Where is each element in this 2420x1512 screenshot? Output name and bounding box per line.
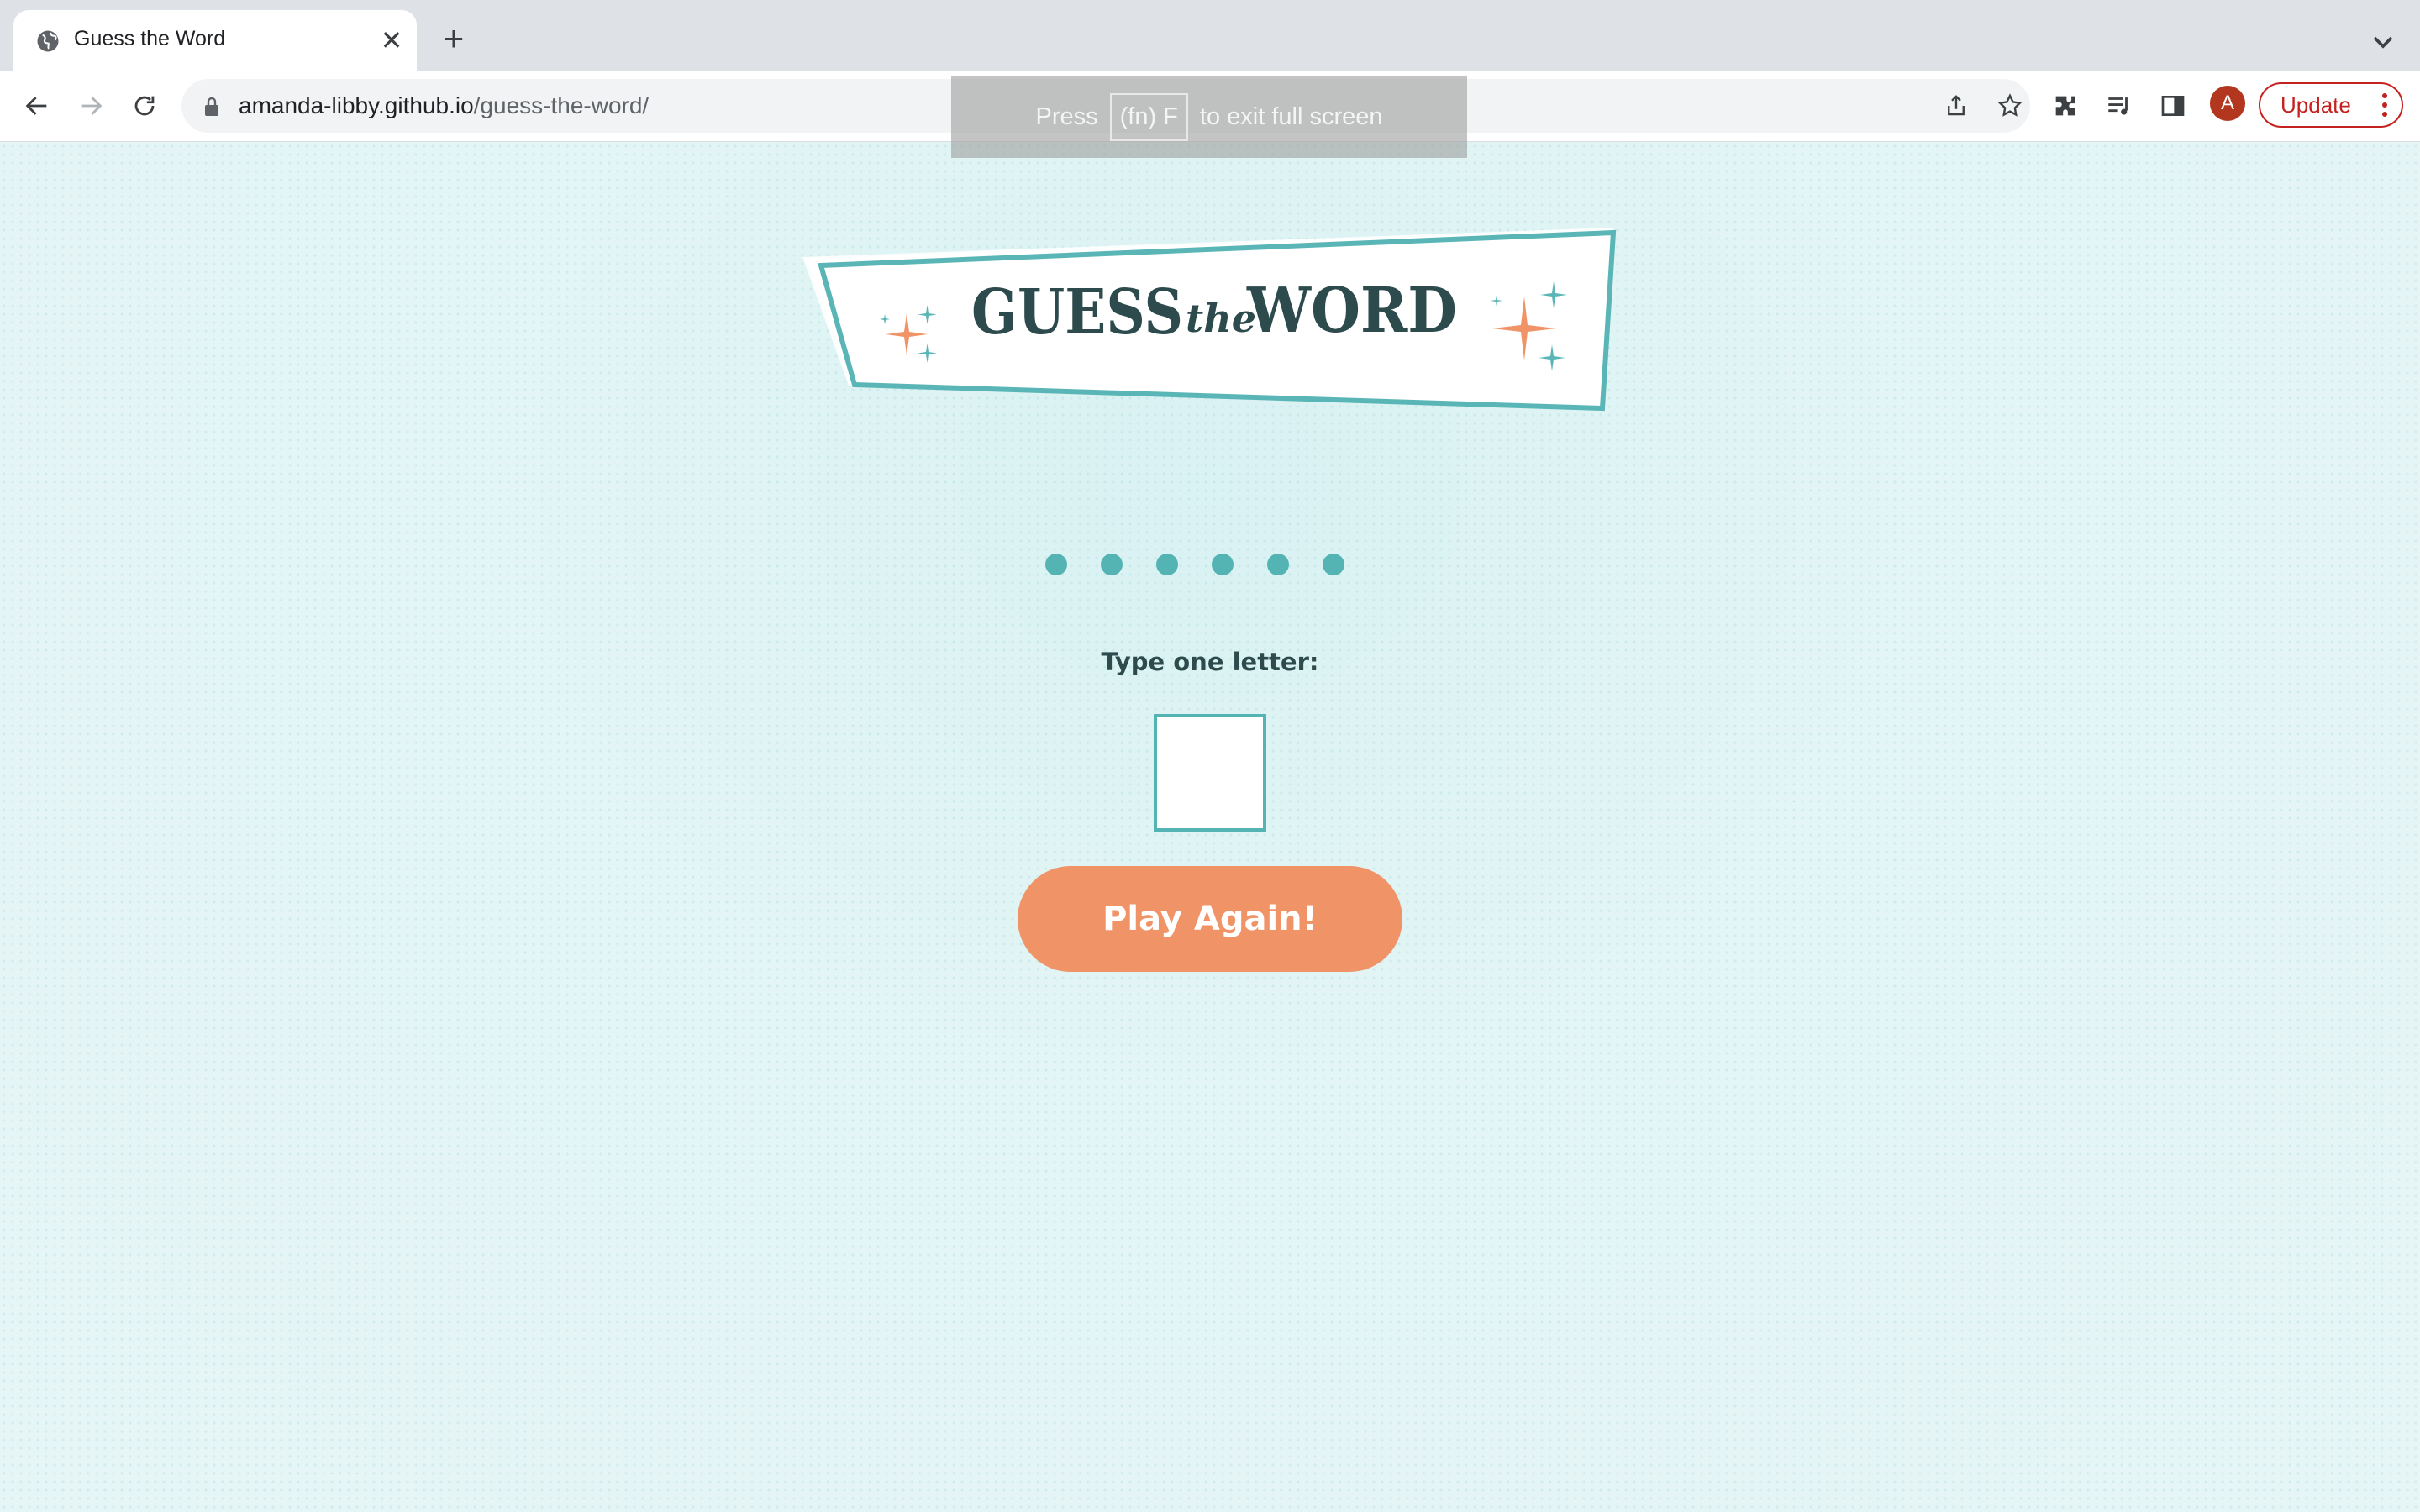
tab-title: Guess the Word [74,27,226,50]
page-content: GUESS the WORD Type one letter: Play Aga… [0,142,2420,1512]
hidden-letter-dot [1101,554,1123,575]
side-panel-icon[interactable] [2154,87,2191,124]
hidden-letter-dot [1045,554,1067,575]
tab-strip: Guess the Word ✕ + [0,0,2420,71]
play-again-button[interactable]: Play Again! [1018,866,1402,972]
browser-tab[interactable]: Guess the Word ✕ [13,10,417,71]
forward-icon[interactable] [72,87,109,124]
toast-prefix: Press [1035,102,1098,130]
logo-word-the: the [1186,296,1256,341]
url-text: amanda-libby.github.io/guess-the-word/ [239,92,649,119]
toast-key-hint: (fn) F [1109,92,1188,141]
toast-suffix: to exit full screen [1199,102,1383,130]
chevron-down-icon[interactable] [2366,25,2400,59]
more-vert-icon[interactable] [2381,92,2388,118]
lock-icon[interactable] [202,96,222,118]
letter-input-label: Type one letter: [1101,648,1319,676]
bookmark-star-icon[interactable] [1991,87,2028,124]
url-path: /guess-the-word/ [473,92,650,118]
reload-icon[interactable] [126,87,163,124]
update-label: Update [2281,92,2351,118]
hidden-letter-dot [1156,554,1178,575]
logo-word-guess: GUESS [971,276,1183,349]
globe-icon [37,30,59,52]
letter-input[interactable] [1154,714,1266,832]
new-tab-icon[interactable]: + [437,21,471,56]
share-icon[interactable] [1938,87,1975,124]
tab-close-icon[interactable]: ✕ [376,25,407,55]
back-icon[interactable] [18,87,55,124]
media-controls-icon[interactable] [2101,87,2138,124]
hidden-letter-dot [1323,554,1344,575]
word-in-progress [1045,554,1365,579]
extensions-icon[interactable] [2047,87,2084,124]
guess-the-word-logo: GUESS the WORD [802,228,1617,412]
hidden-letter-dot [1212,554,1234,575]
hidden-letter-dot [1267,554,1289,575]
profile-avatar[interactable]: A [2210,86,2245,121]
url-host: amanda-libby.github.io [239,92,474,118]
update-button[interactable]: Update [2259,82,2403,128]
fullscreen-exit-toast: Press (fn) F to exit full screen [951,76,1467,158]
logo-word-word: WORD [1246,275,1457,347]
